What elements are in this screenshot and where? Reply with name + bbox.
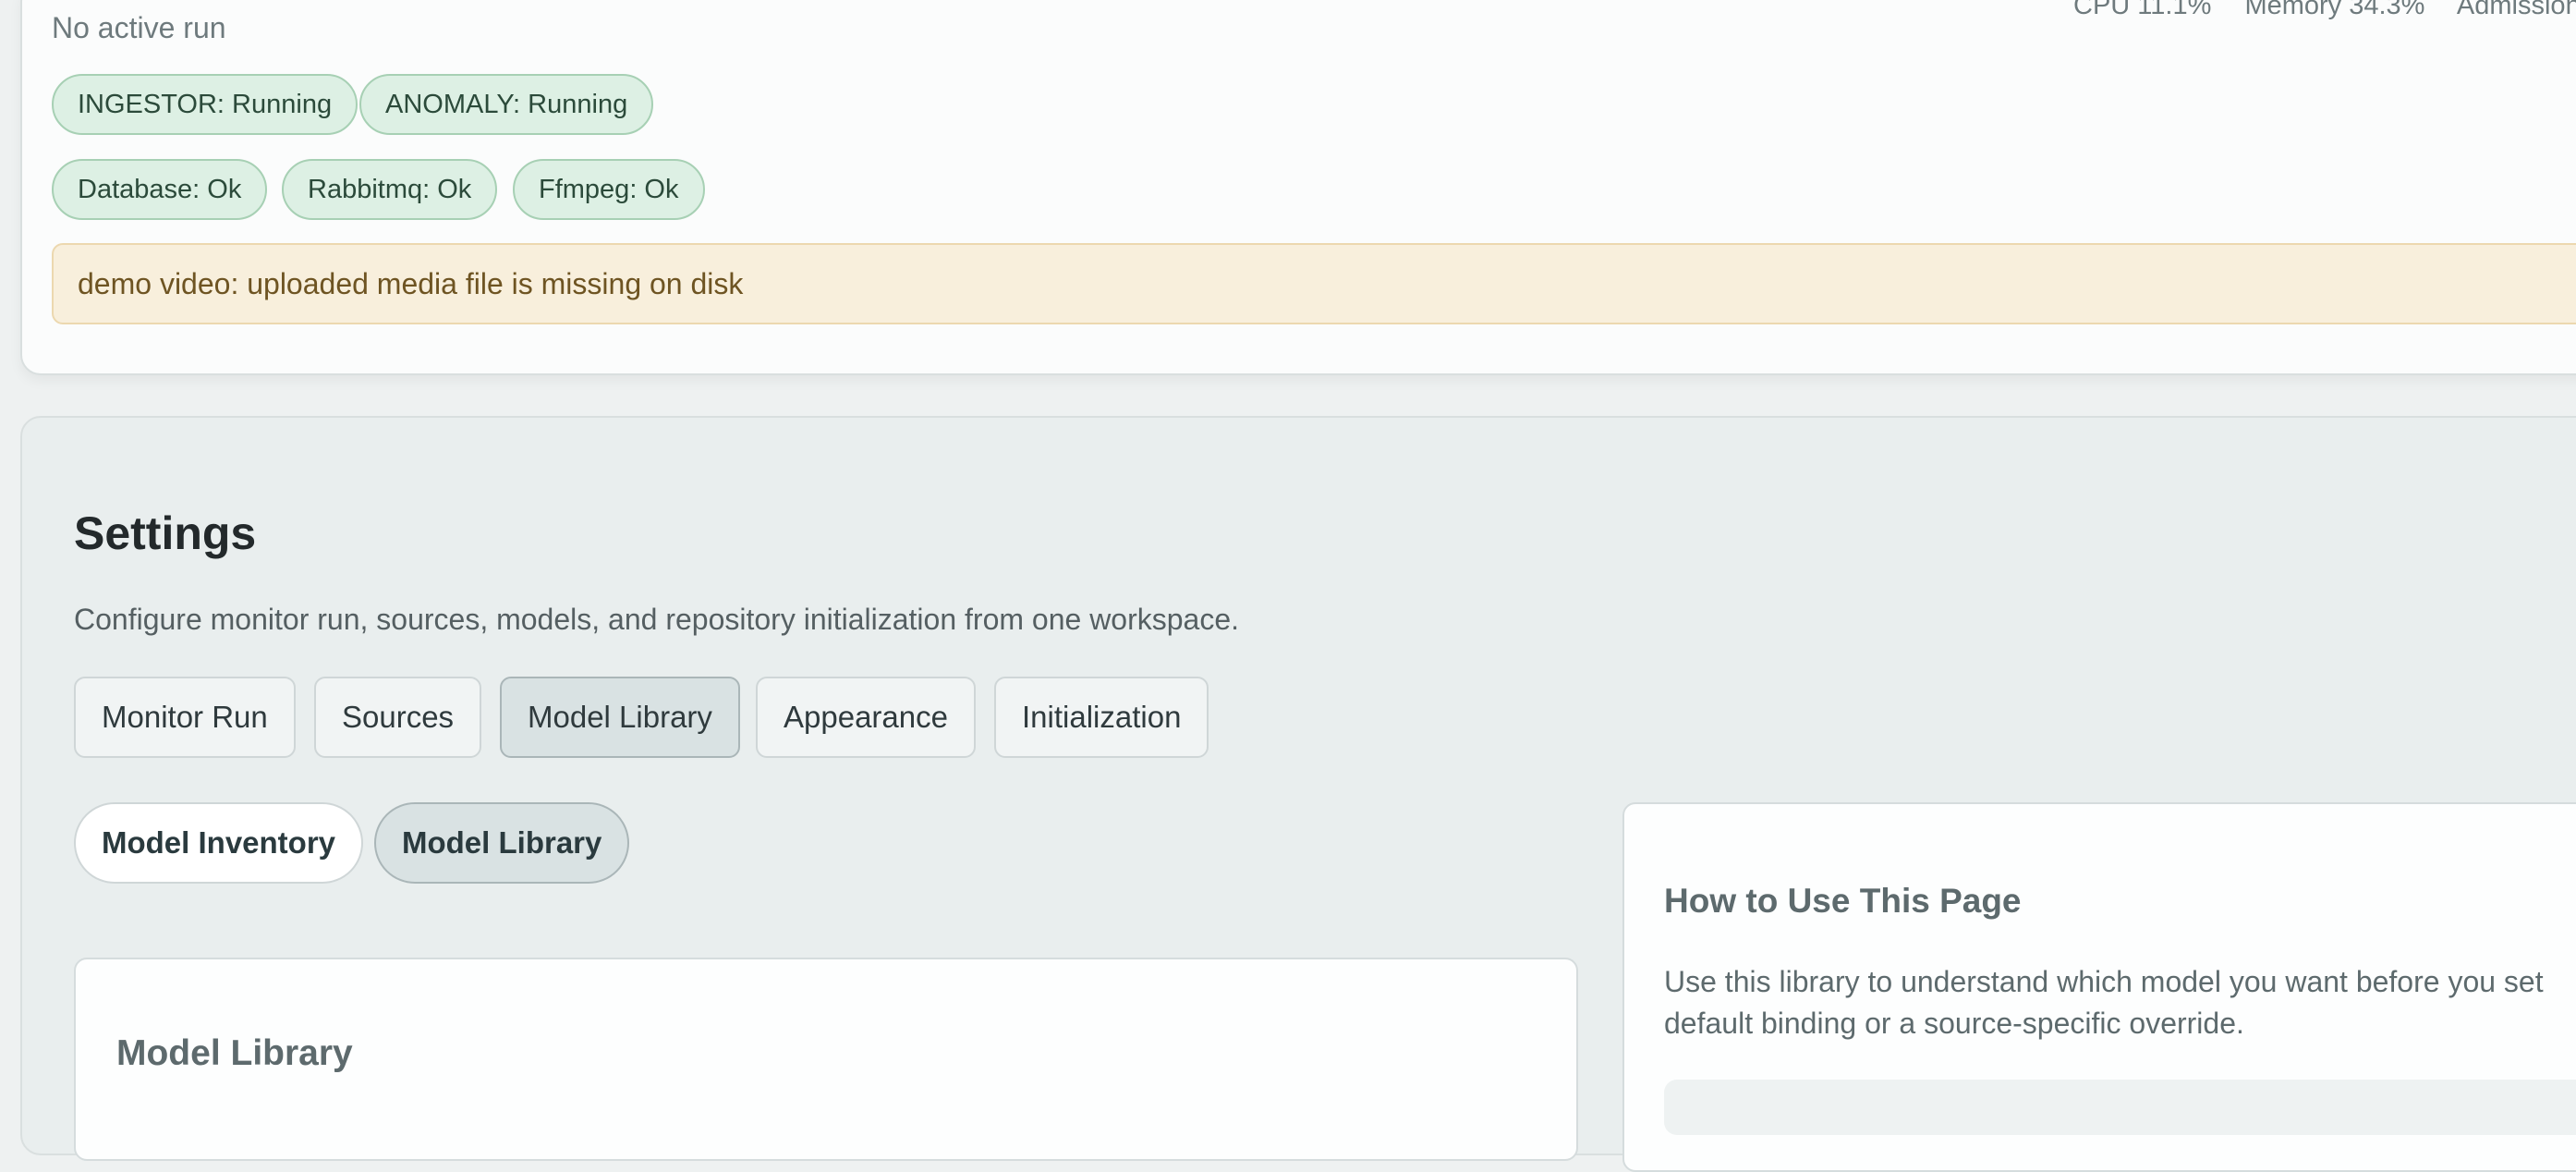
service-badge-anomaly: ANOMALY: Running [359,74,654,135]
tab-sources[interactable]: Sources [314,677,482,758]
missing-media-warning: demo video: uploaded media file is missi… [52,243,2576,324]
health-badge-ffmpeg: Ffmpeg: Ok [513,159,705,220]
page-description: Configure monitor run, sources, models, … [74,603,1240,636]
subtab-model-library[interactable]: Model Library [374,802,630,884]
tab-model-library[interactable]: Model Library [500,677,740,758]
tab-monitor-run[interactable]: Monitor Run [74,677,296,758]
tab-appearance[interactable]: Appearance [756,677,976,758]
health-badge-database: Database: Ok [52,159,268,220]
model-library-heading: Model Library [116,1033,353,1073]
page-title: Settings [74,507,257,559]
tab-initialization[interactable]: Initialization [994,677,1209,758]
memory-metric: Memory 34.3% [2244,0,2425,20]
health-badge-rabbitmq: Rabbitmq: Ok [282,159,498,220]
help-text: Use this library to understand which mod… [1664,965,2544,1040]
run-status-text: No active run [52,11,226,44]
subtab-model-inventory[interactable]: Model Inventory [74,802,364,884]
cpu-metric: CPU 11.1% [2073,0,2212,20]
admission-metric: Admission [2456,0,2576,20]
help-heading: How to Use This Page [1664,882,2022,920]
system-metrics: CPU 11.1% Memory 34.3% Admission [2073,0,2576,21]
help-subsection [1664,1080,2576,1135]
service-badge-ingestor: INGESTOR: Running [52,74,358,135]
